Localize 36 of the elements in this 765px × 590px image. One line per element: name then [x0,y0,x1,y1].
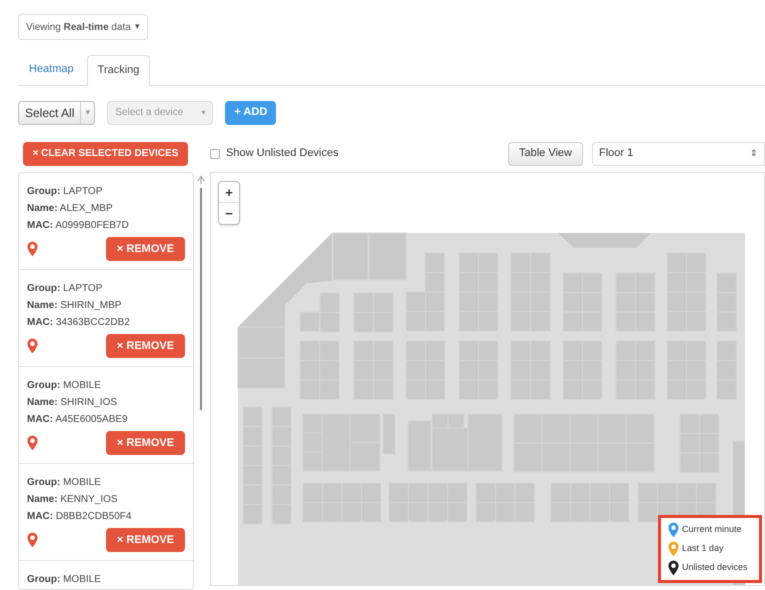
legend-label: Current minute [682,523,742,536]
device-detail: Name: KENNY_IOS [27,493,119,507]
device-detail: MAC: 34363BCC2DB2 [27,316,131,330]
floor-select[interactable]: Floor 1 ⇕ [592,142,765,166]
remove-button[interactable]: × REMOVE [106,237,185,261]
device-detail: MAC: A0999B0FEB7D [27,219,130,233]
clear-selected-devices-button[interactable]: × CLEAR SELECTED DEVICES [23,142,188,166]
show-unlisted-checkbox[interactable] [210,148,220,158]
device-detail: Name: SHIRIN_IOS [27,396,118,410]
device-detail: Group: LAPTOP [27,282,104,296]
device-detail: Group: MOBILE [27,573,102,587]
location-pin-icon [27,435,38,451]
add-button[interactable]: + ADD [225,100,276,124]
device-detail: Group: LAPTOP [27,185,104,199]
device-detail: Name: ALEX_MBP [27,202,114,216]
location-pin-icon [27,532,38,548]
device-detail: Name: SHIRIN_MBP [27,299,122,313]
device-detail: MAC: A45E6005ABE9 [27,413,129,427]
remove-button[interactable]: × REMOVE [106,334,185,358]
tab[interactable]: Tracking [86,55,150,86]
select-all-dropdown[interactable]: Select All ▾ [18,100,96,124]
table-view-button[interactable]: Table View [508,142,583,166]
device-detail: Group: MOBILE [27,476,102,490]
device-detail: Group: MOBILE [27,379,102,393]
zoom-out-button[interactable]: − [219,203,239,224]
location-pin-icon [27,241,38,257]
show-unlisted-label: Show Unlisted Devices [226,146,338,162]
tab[interactable]: Heatmap [18,54,85,85]
legend-label: Unlisted devices [682,561,748,574]
view-mode-dropdown[interactable]: Viewing Real-time data ▾ [18,14,148,40]
zoom-in-button[interactable]: + [219,182,239,203]
remove-button[interactable]: × REMOVE [106,431,185,455]
remove-button[interactable]: × REMOVE [106,528,185,552]
location-pin-icon [27,338,38,354]
device-detail: MAC: D8BB2CDB50F4 [27,510,132,524]
legend-label: Last 1 day [682,542,724,556]
